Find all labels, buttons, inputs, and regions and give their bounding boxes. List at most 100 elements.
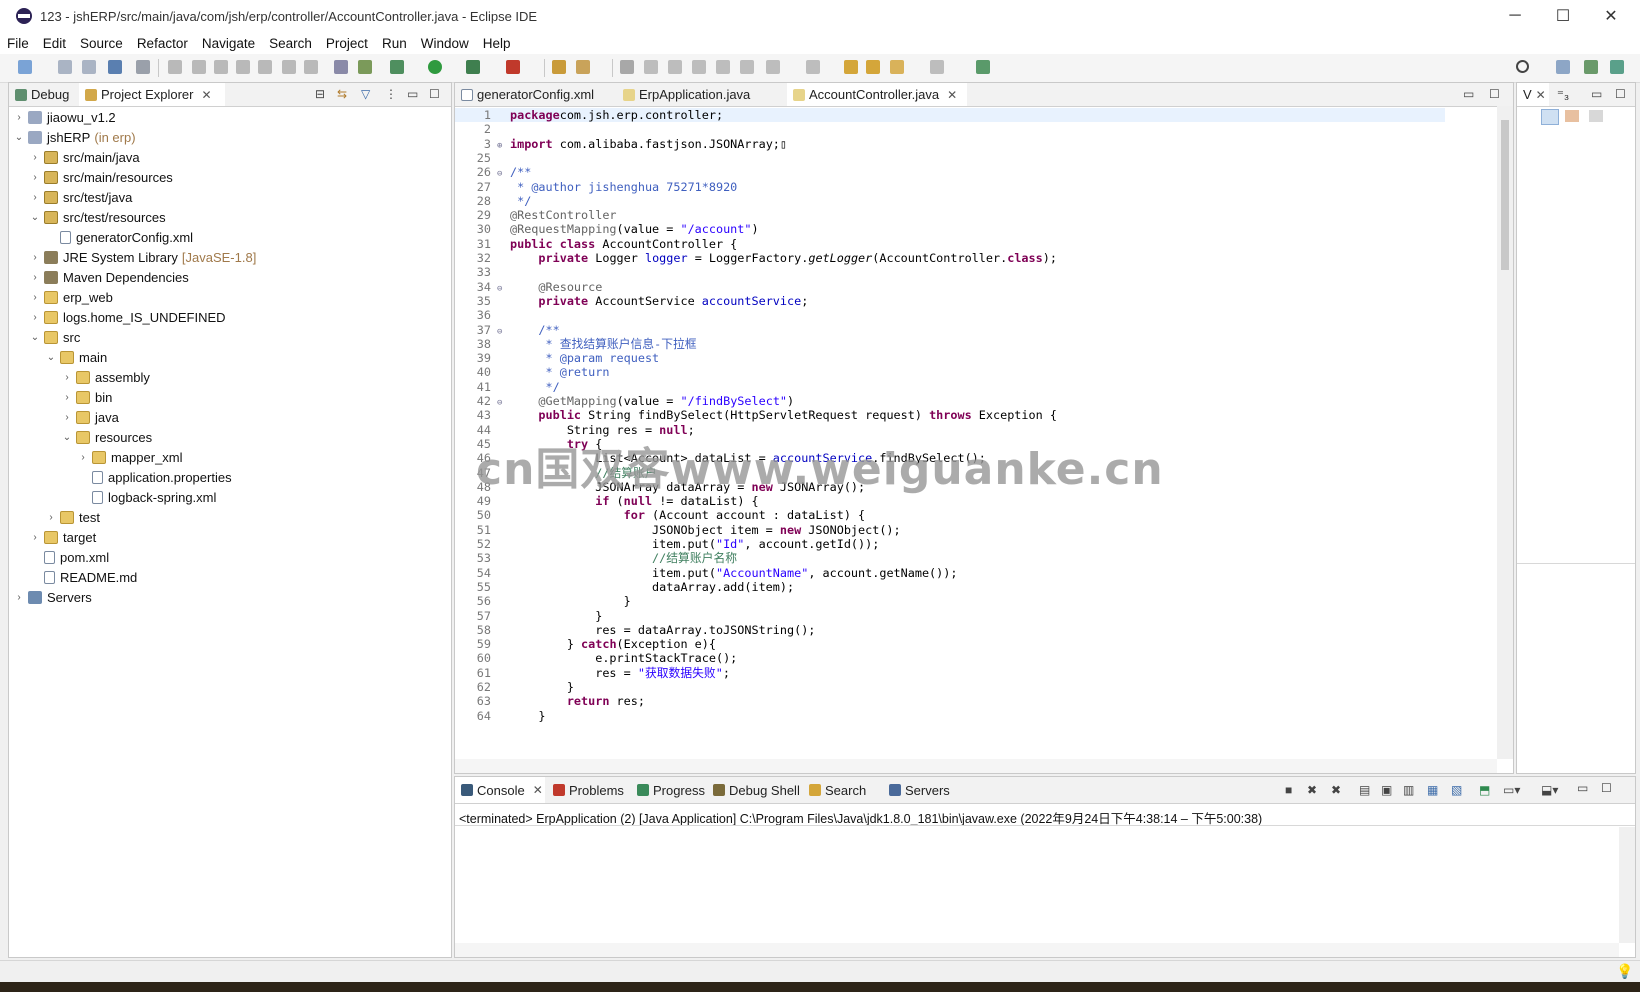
back-icon[interactable] — [890, 60, 904, 74]
expand-chevron-right-icon[interactable]: › — [29, 312, 41, 323]
tab-erpapplication-java[interactable]: ErpApplication.java — [617, 83, 777, 106]
menu-help[interactable]: Help — [476, 36, 518, 51]
tree-item[interactable]: logback-spring.xml — [77, 487, 216, 507]
pin-editor-icon[interactable] — [976, 60, 990, 74]
tab-breakpoints[interactable]: ⁼₃ — [1557, 83, 1581, 106]
expand-chevron-down-icon[interactable]: ⌄ — [29, 332, 41, 343]
open-console-icon[interactable]: ⬓▾ — [1541, 783, 1558, 797]
tree-item[interactable]: › logs.home_IS_UNDEFINED — [29, 307, 225, 327]
lightbulb-icon[interactable]: 💡 — [1616, 963, 1633, 980]
maximize-view-icon[interactable]: ☐ — [1615, 87, 1626, 101]
tab-variables[interactable]: V ✕ — [1517, 83, 1549, 106]
resume-icon[interactable] — [168, 60, 182, 74]
open-type-icon[interactable] — [552, 60, 566, 74]
minimize-view-icon[interactable]: ▭ — [1591, 87, 1602, 101]
expand-chevron-right-icon[interactable]: › — [29, 292, 41, 303]
step-over-icon[interactable] — [282, 60, 296, 74]
expand-chevron-down-icon[interactable]: ⌄ — [61, 432, 73, 443]
console-horizontal-scrollbar[interactable] — [455, 943, 1619, 957]
editor-horizontal-scrollbar[interactable] — [455, 759, 1497, 773]
expand-chevron-right-icon[interactable]: › — [29, 532, 41, 543]
close-icon[interactable]: ✕ — [533, 783, 543, 797]
expand-chevron-right-icon[interactable]: › — [61, 372, 73, 383]
remove-all-icon[interactable] — [1589, 110, 1603, 122]
edit-icon[interactable] — [644, 60, 658, 74]
expand-chevron-right-icon[interactable]: › — [13, 112, 25, 123]
minimize-view-icon[interactable]: ▭ — [407, 87, 418, 101]
expand-chevron-right-icon[interactable]: › — [29, 272, 41, 283]
minimize-button[interactable]: ─ — [1492, 0, 1538, 32]
annotation-icon[interactable] — [620, 60, 634, 74]
tree-item[interactable]: › target — [29, 527, 96, 547]
run-icon[interactable] — [428, 60, 442, 74]
java-perspective-icon[interactable] — [1584, 60, 1598, 74]
tree-item[interactable]: › erp_web — [29, 287, 113, 307]
forward-edit-icon[interactable] — [866, 60, 880, 74]
tree-item[interactable]: ⌄ src — [29, 327, 81, 347]
console-vertical-scrollbar[interactable] — [1619, 827, 1635, 943]
tree-item[interactable]: › java — [61, 407, 119, 427]
menu-run[interactable]: Run — [375, 36, 414, 51]
tab-accountcontroller-java[interactable]: AccountController.java ✕ — [787, 83, 967, 106]
menu-window[interactable]: Window — [414, 36, 476, 51]
disconnect-icon[interactable] — [236, 60, 250, 74]
expand-chevron-right-icon[interactable]: › — [61, 392, 73, 403]
tree-item[interactable]: › bin — [61, 387, 112, 407]
tab-progress[interactable]: Progress — [631, 777, 705, 803]
editor-vertical-scrollbar[interactable] — [1497, 106, 1513, 759]
menu-project[interactable]: Project — [319, 36, 375, 51]
expand-chevron-right-icon[interactable]: › — [13, 592, 25, 603]
menu-refactor[interactable]: Refactor — [130, 36, 195, 51]
tree-item[interactable]: generatorConfig.xml — [45, 227, 193, 247]
tree-item[interactable]: ⌄ jshERP (in erp) — [13, 127, 136, 147]
maximize-button[interactable]: ☐ — [1540, 0, 1586, 32]
open-task-icon[interactable] — [576, 60, 590, 74]
last-edit-icon[interactable] — [844, 60, 858, 74]
terminate-icon[interactable]: ■ — [1285, 783, 1292, 797]
pin-console-icon[interactable]: ⬒ — [1479, 783, 1490, 797]
tab-generatorconfig-xml[interactable]: generatorConfig.xml — [455, 83, 615, 106]
outline-icon[interactable] — [334, 60, 348, 74]
terminate-icon[interactable] — [214, 60, 228, 74]
tree-item[interactable]: › src/test/java — [29, 187, 132, 207]
expand-chevron-down-icon[interactable]: ⌄ — [13, 132, 25, 143]
menu-file[interactable]: File — [0, 36, 36, 51]
tab-project-explorer[interactable]: Project Explorer ✕ — [79, 83, 225, 106]
tab-console[interactable]: Console ✕ — [455, 777, 545, 803]
external-tools-icon[interactable] — [506, 60, 520, 74]
tree-item[interactable]: › JRE System Library [JavaSE-1.8] — [29, 247, 256, 267]
tree-item[interactable]: › src/main/java — [29, 147, 139, 167]
tree-item[interactable]: ⌄ src/test/resources — [29, 207, 166, 227]
tree-item[interactable]: › test — [45, 507, 100, 527]
menu-source[interactable]: Source — [73, 36, 130, 51]
display-console-icon[interactable]: ▭▾ — [1503, 783, 1520, 797]
expand-chevron-right-icon[interactable]: › — [45, 512, 57, 523]
expand-chevron-right-icon[interactable]: › — [29, 172, 41, 183]
new-icon[interactable] — [18, 60, 32, 74]
remove-launch-icon[interactable]: ✖ — [1307, 783, 1317, 797]
tab-search[interactable]: Search — [803, 777, 881, 803]
expand-chevron-right-icon[interactable]: › — [29, 252, 41, 263]
tab-debug[interactable]: Debug — [9, 83, 77, 106]
word-wrap-icon[interactable]: ▥ — [1403, 783, 1414, 797]
step-return-icon[interactable] — [304, 60, 318, 74]
prev-annotation-icon[interactable] — [806, 60, 820, 74]
link-editor-icon[interactable]: ⇆ — [337, 87, 347, 101]
tree-item[interactable]: README.md — [29, 567, 137, 587]
collapse-all-icon[interactable]: ⊟ — [315, 87, 325, 101]
menu-edit[interactable]: Edit — [36, 36, 73, 51]
suspend-icon[interactable] — [192, 60, 206, 74]
close-icon[interactable]: ✕ — [1536, 88, 1546, 102]
collapse-all-icon[interactable] — [1541, 109, 1559, 125]
search-icon[interactable] — [1516, 60, 1529, 73]
forward-icon[interactable] — [930, 60, 944, 74]
whitespace-icon[interactable] — [716, 60, 730, 74]
tree-item[interactable]: › Maven Dependencies — [29, 267, 188, 287]
expand-chevron-right-icon[interactable]: › — [29, 152, 41, 163]
maximize-view-icon[interactable]: ☐ — [1601, 781, 1612, 795]
save-icon[interactable] — [58, 60, 72, 74]
block-selection-icon[interactable] — [668, 60, 682, 74]
skip-breakpoints-icon[interactable] — [136, 60, 150, 74]
tree-item[interactable]: application.properties — [77, 467, 232, 487]
tree-item[interactable]: › mapper_xml — [77, 447, 182, 467]
